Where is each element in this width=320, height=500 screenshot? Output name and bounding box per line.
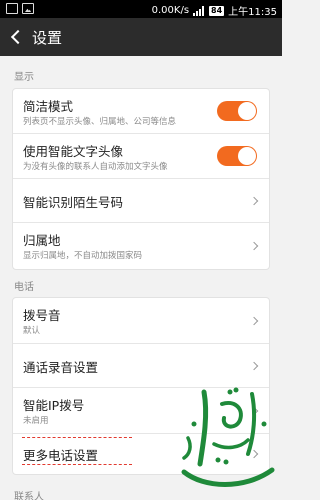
page-title: 设置: [32, 28, 63, 47]
back-arrow-icon: [10, 29, 26, 45]
setting-row-identify-stranger[interactable]: 智能识别陌生号码: [13, 179, 269, 223]
setting-title: 智能识别陌生号码: [23, 195, 124, 210]
setting-row-location[interactable]: 归属地 显示归属地，不自动加拨国家码: [13, 223, 269, 269]
setting-row-simple-mode[interactable]: 简洁模式 列表页不显示头像、归属地、公司等信息: [13, 89, 269, 134]
setting-subtitle: 显示归属地，不自动加拨国家码: [23, 251, 143, 261]
section-label-phone: 电话: [14, 282, 34, 293]
status-bar: 0.00K/s 84 上午11:35: [0, 0, 282, 18]
chevron-right-icon: [249, 316, 259, 326]
battery-icon: 84: [209, 5, 225, 16]
signal-icon: [193, 5, 205, 16]
annotation-line-top: [22, 437, 132, 438]
setting-row-text-avatar[interactable]: 使用智能文字头像 为没有头像的联系人自动添加文字头像: [13, 134, 269, 179]
setting-subtitle: 为没有头像的联系人自动添加文字头像: [23, 162, 168, 172]
chevron-right-icon: [249, 361, 259, 371]
setting-title: 拨号音: [23, 308, 61, 323]
calligraphy-watermark-logo: [181, 387, 275, 487]
image-icon: [22, 3, 34, 14]
clock: 上午11:35: [228, 7, 277, 18]
setting-title: 通话录音设置: [23, 360, 99, 375]
chevron-right-icon: [249, 241, 259, 251]
display-settings-card: 简洁模式 列表页不显示头像、归属地、公司等信息 使用智能文字头像 为没有头像的联…: [12, 88, 270, 270]
setting-subtitle: 列表页不显示头像、归属地、公司等信息: [23, 117, 177, 127]
section-label-contacts: 联系人: [14, 492, 44, 500]
annotation-line-bottom: [22, 464, 132, 465]
chevron-right-icon: [249, 196, 259, 206]
network-speed: 0.00K/s: [151, 5, 190, 16]
notification-icon: [6, 3, 18, 14]
setting-row-dial-tone[interactable]: 拨号音 默认: [13, 298, 269, 344]
title-bar: 设置: [0, 18, 282, 56]
setting-title: 更多电话设置: [23, 448, 99, 463]
simple-mode-toggle[interactable]: [217, 101, 257, 121]
setting-subtitle: 默认: [23, 326, 41, 336]
setting-subtitle: 未启用: [23, 416, 49, 426]
setting-title: 简洁模式: [23, 99, 74, 114]
text-avatar-toggle[interactable]: [217, 146, 257, 166]
setting-title: 归属地: [23, 233, 61, 248]
back-button[interactable]: [0, 18, 30, 56]
section-label-display: 显示: [14, 72, 34, 83]
setting-title: 智能IP拨号: [23, 398, 85, 413]
setting-row-call-recording[interactable]: 通话录音设置: [13, 344, 269, 388]
setting-title: 使用智能文字头像: [23, 144, 124, 159]
